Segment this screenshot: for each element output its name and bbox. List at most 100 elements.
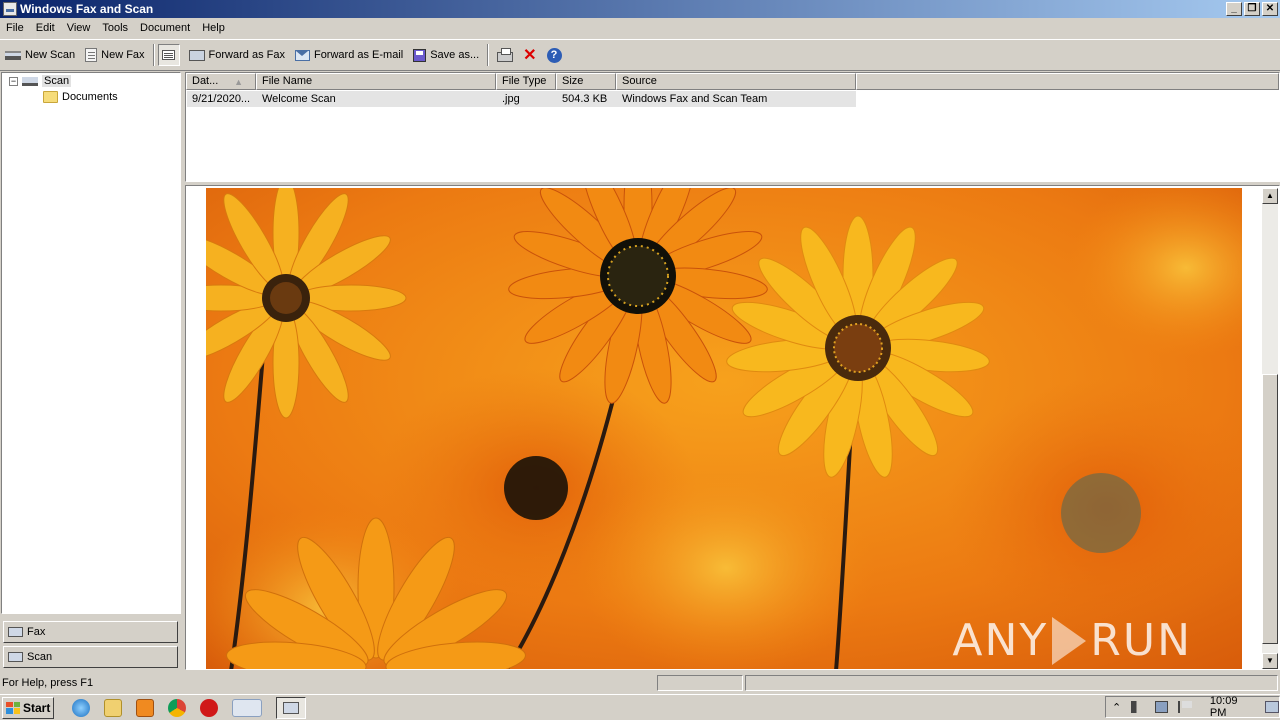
- status-bar: For Help, press F1: [0, 674, 1280, 692]
- fax-machine-icon: [188, 49, 205, 61]
- column-file-type-label: File Type: [502, 75, 547, 87]
- column-size-label: Size: [562, 75, 584, 87]
- table-row[interactable]: 9/21/2020... Welcome Scan .jpg 504.3 KB …: [187, 91, 856, 107]
- nav-fax-button[interactable]: Fax: [3, 621, 178, 643]
- delete-x-icon: ✕: [523, 46, 537, 64]
- fax-document-icon: [85, 48, 98, 62]
- sort-ascending-icon: ▲: [234, 77, 243, 87]
- folder-tree: − Scan Documents: [1, 72, 181, 614]
- show-hidden-icons[interactable]: ⌃: [1112, 701, 1121, 714]
- view-list-icon: [162, 50, 176, 60]
- network-icon[interactable]: [1154, 701, 1169, 713]
- help-icon: ?: [546, 47, 562, 63]
- tree-item-documents[interactable]: Documents: [43, 89, 118, 105]
- column-file-type[interactable]: File Type: [496, 73, 556, 90]
- nav-scan-button[interactable]: Scan: [3, 646, 178, 668]
- opera-icon[interactable]: [200, 698, 218, 717]
- save-as-button[interactable]: Save as...: [408, 43, 484, 67]
- file-list: Dat... ▲ File Name File Type Size Source…: [185, 72, 1280, 182]
- cell-file-name: Welcome Scan: [262, 93, 336, 105]
- start-label: Start: [23, 700, 51, 715]
- column-file-name-label: File Name: [262, 75, 313, 87]
- menu-document[interactable]: Document: [134, 22, 196, 34]
- system-tray: ⌃ 10:09 PM: [1105, 695, 1280, 719]
- scanner-icon: [5, 50, 21, 60]
- forward-as-email-button[interactable]: Forward as E-mail: [290, 43, 408, 67]
- preview-toggle-button[interactable]: [157, 44, 180, 66]
- preview-scrollbar[interactable]: ▲ ▼: [1262, 188, 1278, 669]
- fax-machine-icon: [8, 627, 23, 637]
- delete-button[interactable]: ✕: [518, 43, 541, 67]
- menu-bar: File Edit View Tools Document Help: [0, 18, 1280, 38]
- menu-file[interactable]: File: [0, 22, 30, 34]
- menu-edit[interactable]: Edit: [30, 22, 61, 34]
- scroll-thumb[interactable]: [1262, 374, 1278, 644]
- column-source-label: Source: [622, 75, 657, 87]
- windows-logo-icon: [6, 701, 20, 714]
- taskbar: Start ⌃ 10:09 PM: [0, 694, 1280, 720]
- watermark-text-run: RUN: [1090, 615, 1192, 666]
- cell-date: 9/21/2020...: [192, 93, 251, 105]
- help-button[interactable]: ?: [542, 43, 567, 67]
- nav-fax-label: Fax: [27, 626, 46, 638]
- toolbar: New Scan New Fax Forward as Fax Forward …: [0, 39, 1280, 71]
- forward-as-fax-button[interactable]: Forward as Fax: [184, 43, 290, 67]
- fax-scan-taskbar-icon[interactable]: [232, 698, 262, 717]
- scroll-down-button[interactable]: ▼: [1262, 653, 1278, 669]
- explorer-folder-icon[interactable]: [104, 698, 122, 717]
- anyrun-watermark: ANY RUN: [952, 615, 1192, 666]
- column-date[interactable]: Dat... ▲: [186, 73, 256, 90]
- toolbar-separator: [487, 44, 490, 66]
- print-button[interactable]: [492, 43, 518, 67]
- task-windows-fax-scan[interactable]: [276, 696, 306, 719]
- watermark-text-any: ANY: [952, 615, 1049, 666]
- document-preview: ANY RUN ▲ ▼: [185, 185, 1280, 670]
- chrome-icon[interactable]: [168, 698, 186, 717]
- media-player-icon[interactable]: [136, 698, 154, 717]
- cell-file-type: .jpg: [502, 93, 520, 105]
- menu-help[interactable]: Help: [196, 22, 231, 34]
- column-source[interactable]: Source: [616, 73, 856, 90]
- tree-item-scan[interactable]: − Scan: [9, 73, 72, 89]
- show-desktop-icon[interactable]: [1265, 701, 1279, 713]
- clock[interactable]: 10:09 PM: [1210, 695, 1255, 719]
- forward-as-fax-label: Forward as Fax: [208, 49, 285, 61]
- new-scan-button[interactable]: New Scan: [0, 43, 80, 67]
- cell-source: Windows Fax and Scan Team: [622, 93, 768, 105]
- window-title: Windows Fax and Scan: [20, 2, 154, 16]
- forward-as-email-label: Forward as E-mail: [313, 49, 404, 61]
- column-empty: [856, 73, 1279, 90]
- title-bar: Windows Fax and Scan _ ❐ ✕: [0, 0, 1280, 18]
- restore-button[interactable]: ❐: [1244, 2, 1260, 16]
- start-button[interactable]: Start: [2, 696, 54, 719]
- save-disk-icon: [413, 48, 427, 62]
- status-help-text: For Help, press F1: [2, 677, 94, 689]
- minimize-button[interactable]: _: [1226, 2, 1242, 16]
- new-fax-button[interactable]: New Fax: [80, 43, 149, 67]
- menu-tools[interactable]: Tools: [96, 22, 134, 34]
- menu-view[interactable]: View: [61, 22, 97, 34]
- play-logo-icon: [1052, 616, 1087, 665]
- action-center-flag-icon[interactable]: [1178, 701, 1192, 713]
- toolbar-separator: [152, 44, 155, 66]
- collapse-icon[interactable]: −: [9, 76, 18, 86]
- printer-icon: [497, 47, 514, 62]
- quick-launch: [72, 696, 306, 719]
- column-size[interactable]: Size: [556, 73, 616, 90]
- fax-scan-app-icon: [3, 2, 17, 16]
- column-file-name[interactable]: File Name: [256, 73, 496, 90]
- scroll-up-button[interactable]: ▲: [1262, 188, 1278, 204]
- column-date-label: Dat...: [192, 75, 219, 87]
- volume-icon[interactable]: [1131, 701, 1145, 713]
- status-pane-2: [745, 675, 1278, 691]
- list-header: Dat... ▲ File Name File Type Size Source: [186, 73, 1279, 90]
- save-as-label: Save as...: [430, 49, 480, 61]
- scanned-flowers-image: ANY RUN: [206, 188, 1242, 669]
- tree-item-scan-label: Scan: [42, 75, 72, 87]
- close-button[interactable]: ✕: [1262, 2, 1278, 16]
- flowers-photo-icon: [206, 188, 1242, 669]
- window-controls: _ ❐ ✕: [1226, 2, 1278, 16]
- fax-machine-icon: [283, 701, 299, 714]
- status-pane-1: [657, 675, 743, 691]
- internet-explorer-icon[interactable]: [72, 698, 90, 717]
